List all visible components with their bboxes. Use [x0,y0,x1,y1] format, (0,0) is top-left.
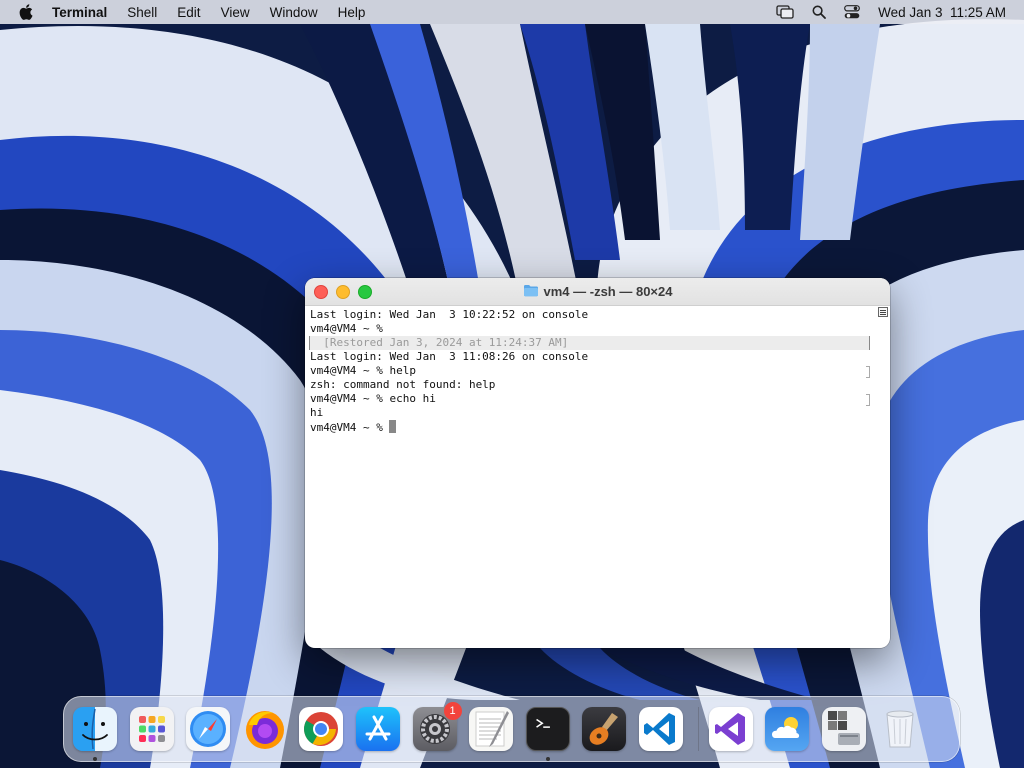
textedit-icon [469,707,514,751]
window-titlebar[interactable]: vm4 — -zsh — 80×24 [305,278,890,306]
dock-visual-studio[interactable] [708,707,753,751]
terminal-line: zsh: command not found: help [310,378,496,391]
dock-boot-camp[interactable] [821,707,866,751]
dock: 1 [63,696,960,762]
menu-view[interactable]: View [221,5,250,20]
finder-icon [73,707,117,751]
safari-icon [186,707,231,751]
chrome-icon [299,707,344,751]
dock-system-settings[interactable]: 1 [412,702,462,751]
menu-edit[interactable]: Edit [177,5,200,20]
notification-badge: 1 [443,702,462,720]
terminal-icon [525,707,570,751]
folder-icon [523,284,539,300]
launchpad-icon [129,707,174,751]
spotlight-search-icon[interactable] [812,5,827,19]
terminal-line: vm4@VM4 ~ % [310,322,383,335]
terminal-line: hi [310,406,324,419]
window-title-text: vm4 — -zsh — 80×24 [543,284,673,299]
dock-vscode[interactable] [638,707,683,751]
dock-trash[interactable] [878,707,922,751]
menu-extras: Wed Jan 3 11:25 AM [776,5,1006,20]
firefox-icon [243,707,287,751]
control-center-icon[interactable] [844,5,861,19]
running-indicator [545,757,550,761]
dock-safari[interactable] [186,707,231,751]
dock-textedit[interactable] [469,707,514,751]
dock-garageband[interactable] [582,707,627,751]
menu-help[interactable]: Help [338,5,366,20]
menu-shell[interactable]: Shell [127,5,157,20]
dock-app-store[interactable] [355,707,400,751]
dock-finder[interactable] [73,707,117,761]
dock-firefox[interactable] [243,707,287,751]
zoom-button[interactable] [358,284,372,299]
close-button[interactable] [314,284,328,299]
screen-mirroring-icon[interactable] [776,5,794,19]
menu-clock[interactable]: Wed Jan 3 11:25 AM [878,5,1006,20]
prompt-text: vm4@VM4 ~ % [310,421,390,434]
garageband-icon [582,707,627,751]
weather-icon [765,707,810,751]
minimize-button[interactable] [336,284,350,299]
terminal-line: vm4@VM4 ~ % help [310,364,885,378]
trash-icon [878,707,922,751]
dock-separator [697,707,699,751]
boot-camp-icon [821,707,866,751]
terminal-prompt-line[interactable]: vm4@VM4 ~ % [310,420,885,434]
menu-window[interactable]: Window [270,5,318,20]
dock-chrome[interactable] [299,707,344,751]
window-controls [314,284,372,299]
running-indicator [93,757,97,761]
apple-menu-icon[interactable] [18,4,34,20]
visual-studio-icon [708,707,753,751]
menu-bar: Terminal Shell Edit View Window Help Wed… [0,0,1024,24]
marks-icon[interactable] [878,307,888,317]
terminal-line: Last login: Wed Jan 3 11:08:26 on consol… [310,350,589,363]
terminal-window[interactable]: vm4 — -zsh — 80×24 Last login: Wed Jan 3… [305,278,890,648]
dock-terminal[interactable] [525,707,570,761]
terminal-line: Last login: Wed Jan 3 10:22:52 on consol… [310,308,589,321]
vscode-icon [638,707,683,751]
dock-launchpad[interactable] [129,707,174,751]
window-title: vm4 — -zsh — 80×24 [305,278,890,305]
terminal-line: vm4@VM4 ~ % echo hi [310,392,885,406]
dock-weather[interactable] [765,707,810,751]
menu-app-name[interactable]: Terminal [52,5,107,20]
terminal-content[interactable]: Last login: Wed Jan 3 10:22:52 on consol… [305,306,890,640]
app-store-icon [355,707,400,751]
text-cursor [389,420,397,433]
restored-session-banner: [Restored Jan 3, 2024 at 11:24:37 AM] [309,336,870,350]
